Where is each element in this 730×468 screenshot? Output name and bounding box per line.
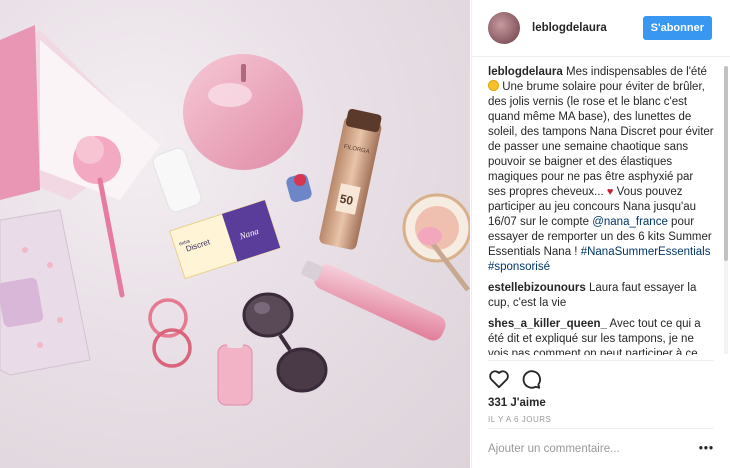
username-link[interactable]: leblogdelaura [532, 22, 643, 34]
caption: leblogdelaura Mes indispensables de l'ét… [488, 65, 714, 275]
post-side-panel: leblogdelaura S'abonner leblogdelaura Me… [471, 0, 730, 468]
sunscreen-spray: FILORGA 50 [319, 108, 382, 250]
avatar[interactable] [488, 12, 520, 44]
follow-button[interactable]: S'abonner [642, 16, 712, 40]
sun-emoji-icon [488, 80, 499, 91]
comments-list: leblogdelaura Mes indispensables de l'ét… [488, 65, 714, 355]
post-timestamp[interactable]: IL Y A 6 JOURS [488, 415, 714, 424]
photo-illustration: Discret extra Nana FILORGA 50 [0, 25, 470, 406]
heart-icon[interactable] [488, 369, 510, 389]
comment-icon[interactable] [520, 368, 542, 390]
sunglasses [242, 292, 328, 393]
comments-scrollbar[interactable] [724, 66, 728, 354]
comment: estellebizounours Laura faut essayer la … [488, 281, 714, 311]
hashtag-link-2[interactable]: #sponsorisé [488, 261, 550, 273]
add-comment-input[interactable]: Ajouter un commentaire... [488, 443, 620, 455]
likes-count[interactable]: 331 J'aime [488, 397, 714, 409]
comment: shes_a_killer_queen_ Avec tout ce qui a … [488, 317, 714, 355]
broken-heart-emoji-icon: ♥ [606, 186, 614, 198]
hashtag-link-1[interactable]: #NanaSummerEssentials [581, 246, 711, 258]
instagram-post: Discret extra Nana FILORGA 50 leblogdela… [0, 0, 730, 468]
caption-text-2: Une brume solaire pour éviter de brûler,… [488, 81, 714, 198]
nail-polish-white [152, 147, 202, 213]
more-options-button[interactable]: ••• [699, 443, 714, 455]
tampon-box: Discret extra Nana [168, 199, 281, 280]
pink-card [0, 25, 40, 200]
comment-author[interactable]: shes_a_killer_queen_ [488, 318, 607, 330]
perfume-bottle [301, 260, 446, 341]
comment-author[interactable]: estellebizounours [488, 282, 586, 294]
post-photo: Discret extra Nana FILORGA 50 [0, 0, 470, 468]
post-actions: 331 J'aime IL Y A 6 JOURS [488, 360, 714, 424]
caption-text-1: Mes indispensables de l'été [565, 66, 707, 78]
caption-author[interactable]: leblogdelaura [488, 66, 563, 78]
nail-polish-pink [217, 344, 253, 406]
post-header: leblogdelaura S'abonner [472, 0, 730, 57]
add-comment-bar: Ajouter un commentaire... ••• [488, 428, 714, 468]
scrollbar-thumb[interactable] [724, 66, 728, 261]
nail-polish-purple [0, 277, 44, 328]
mention-link[interactable]: @nana_france [592, 216, 668, 228]
